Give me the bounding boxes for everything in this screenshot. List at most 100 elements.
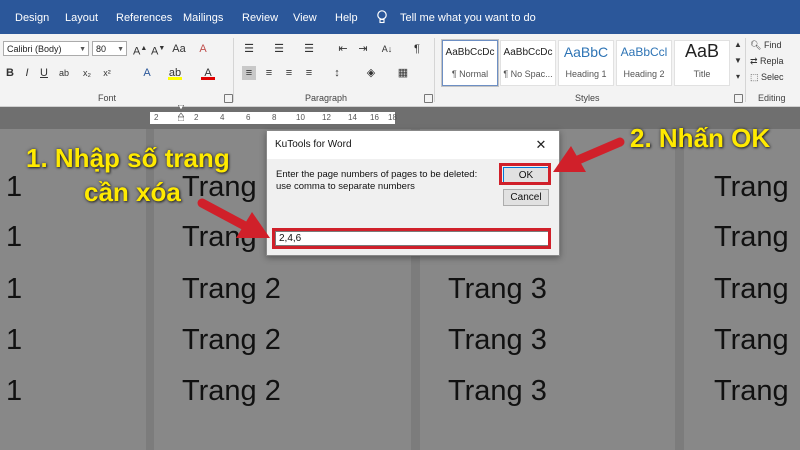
font-size-value: 80: [96, 44, 107, 54]
tell-me-search[interactable]: Tell me what you want to do: [400, 0, 536, 34]
page: Trang Trang Trang Trang Trang: [684, 129, 800, 450]
ok-highlight: [499, 163, 551, 185]
style-heading-2[interactable]: AaBbCcl Heading 2: [616, 40, 672, 86]
styles-dialog-launcher-icon[interactable]: [734, 94, 743, 103]
style-name: Title: [693, 69, 711, 79]
editing-group-label: Editing: [758, 93, 786, 103]
show-marks-icon[interactable]: ¶: [410, 42, 424, 56]
font-group-label: Font: [98, 93, 117, 103]
font-dialog-launcher-icon[interactable]: [224, 94, 233, 103]
tab-references[interactable]: References: [116, 0, 172, 34]
borders-icon[interactable]: ▦: [396, 66, 410, 80]
document-text: Trang 2: [182, 324, 281, 356]
justify-icon[interactable]: ≡: [302, 66, 316, 80]
increase-indent-icon[interactable]: ⇥: [356, 42, 370, 56]
ruler-number: 8: [272, 113, 277, 122]
lightbulb-icon: [377, 10, 387, 24]
strikethrough-icon[interactable]: ab: [57, 66, 71, 80]
style-heading-1[interactable]: AaBbC Heading 1: [558, 40, 614, 86]
subscript-icon[interactable]: x₂: [80, 66, 94, 80]
document-text: Trang: [714, 171, 789, 203]
style-sample: AaBbCcDc: [503, 47, 553, 58]
underline-icon[interactable]: U: [37, 66, 51, 80]
decrease-indent-icon[interactable]: ⇤: [336, 42, 350, 56]
text-effects-icon[interactable]: A: [140, 66, 154, 80]
font-color-icon[interactable]: A: [201, 66, 215, 80]
styles-group-label: Styles: [575, 93, 600, 103]
shading-icon[interactable]: ◈: [364, 66, 378, 80]
grow-font-icon[interactable]: A▲: [133, 42, 147, 58]
ruler-number: 14: [348, 113, 357, 122]
step1-callout: 1. Nhập số trang cần xóa: [26, 141, 230, 209]
style-no-spacing[interactable]: AaBbCcDc ¶ No Spac...: [500, 40, 556, 86]
document-text: Trang: [714, 375, 789, 407]
clear-formatting-icon[interactable]: A: [196, 42, 210, 56]
dialog-title-bar[interactable]: KuTools for Word ✕: [267, 131, 559, 159]
replace-button[interactable]: ⇄ Repla: [750, 56, 784, 67]
font-name-combo[interactable]: Calibri (Body) ▼: [3, 41, 89, 56]
document-text: 1: [6, 221, 23, 253]
style-normal[interactable]: AaBbCcDc ¶ Normal: [441, 39, 499, 87]
ribbon: Calibri (Body) ▼ 80 ▼ A▲ A▼ Aa A B I U a…: [0, 34, 800, 107]
close-icon[interactable]: ✕: [531, 135, 551, 155]
shrink-font-icon[interactable]: A▼: [151, 42, 165, 58]
step1-line1: 1. Nhập số trang: [26, 143, 230, 173]
change-case-icon[interactable]: Aa: [172, 42, 186, 56]
styles-scroll-up-icon[interactable]: ▲: [731, 38, 745, 52]
highlight-icon[interactable]: ab: [168, 66, 182, 80]
tab-view[interactable]: View: [293, 0, 317, 34]
select-button[interactable]: ⬚ Selec: [750, 72, 784, 83]
input-highlight: [272, 228, 551, 249]
document-text: Trang 3: [448, 273, 547, 305]
tab-review[interactable]: Review: [242, 0, 278, 34]
step1-line2: cần xóa: [84, 177, 181, 207]
font-size-combo[interactable]: 80 ▼: [92, 41, 127, 56]
styles-more-icon[interactable]: ▾: [731, 70, 745, 84]
ruler-number: 16: [370, 113, 379, 122]
style-sample: AaB: [684, 41, 720, 61]
document-text: Trang: [714, 273, 789, 305]
tab-layout[interactable]: Layout: [65, 0, 98, 34]
align-left-icon[interactable]: ≡: [242, 66, 256, 80]
bullets-icon[interactable]: ☰: [242, 42, 256, 56]
styles-scroll-down-icon[interactable]: ▼: [731, 54, 745, 68]
bold-icon[interactable]: B: [3, 66, 17, 80]
multilevel-list-icon[interactable]: ☰: [302, 42, 316, 56]
italic-icon[interactable]: I: [20, 66, 34, 80]
divider: [233, 38, 234, 102]
ruler-number: 12: [322, 113, 331, 122]
align-right-icon[interactable]: ≡: [282, 66, 296, 80]
style-name: Heading 2: [623, 69, 665, 79]
indent-marker-icon[interactable]: [178, 105, 184, 121]
find-label: Find: [763, 40, 782, 50]
style-sample: AaBbCcDc: [445, 47, 495, 58]
ruler-number: 4: [220, 113, 225, 122]
ruler-track: 2 2 4 6 8 10 12 14 16 18: [150, 112, 397, 124]
sort-icon[interactable]: A↓: [380, 42, 394, 56]
ruler-number: 2: [194, 113, 199, 122]
prompt-line: use comma to separate numbers: [276, 181, 415, 192]
document-text: Trang 2: [182, 375, 281, 407]
line-spacing-icon[interactable]: ↕: [330, 66, 344, 80]
tab-help[interactable]: Help: [335, 0, 358, 34]
dialog-prompt: Enter the page numbers of pages to be de…: [276, 169, 477, 193]
align-center-icon[interactable]: ≡: [262, 66, 276, 80]
tab-mailings[interactable]: Mailings: [183, 0, 223, 34]
ruler-number: 6: [246, 113, 251, 122]
tab-design[interactable]: Design: [15, 0, 49, 34]
superscript-icon[interactable]: x²: [100, 66, 114, 80]
ruler-number: 18: [388, 113, 397, 122]
style-title[interactable]: AaB Title: [674, 40, 730, 86]
numbering-icon[interactable]: ☰: [272, 42, 286, 56]
ruler-number: 10: [296, 113, 305, 122]
style-sample: AaBbC: [563, 44, 609, 60]
paragraph-dialog-launcher-icon[interactable]: [424, 94, 433, 103]
cancel-button[interactable]: Cancel: [503, 189, 549, 206]
chevron-down-icon: ▼: [117, 46, 124, 53]
document-text: 1: [6, 375, 23, 407]
style-sample: AaBbCcl: [620, 45, 668, 59]
chevron-down-icon: ▼: [79, 46, 86, 53]
style-name: ¶ Normal: [451, 69, 489, 79]
find-button[interactable]: 🔍︎ Find: [750, 40, 781, 51]
document-text: Trang: [182, 221, 257, 253]
